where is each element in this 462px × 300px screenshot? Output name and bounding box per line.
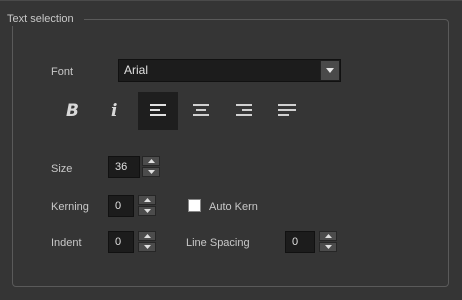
align-center-button[interactable] xyxy=(181,92,221,130)
align-right-button[interactable] xyxy=(224,92,264,130)
kerning-field[interactable]: 0 xyxy=(108,195,134,217)
indent-field[interactable]: 0 xyxy=(108,231,134,253)
indent-decrement-button[interactable] xyxy=(138,242,156,252)
kerning-increment-button[interactable] xyxy=(138,195,156,205)
italic-button[interactable]: i xyxy=(95,92,135,130)
font-label: Font xyxy=(51,66,74,78)
chevron-up-icon xyxy=(143,198,151,202)
chevron-up-icon xyxy=(147,159,155,163)
justify-button[interactable] xyxy=(267,92,307,130)
chevron-down-icon xyxy=(147,170,155,174)
size-label: Size xyxy=(51,163,73,175)
kerning-stepper: 0 xyxy=(108,195,161,217)
font-value: Arial xyxy=(124,63,149,77)
chevron-up-icon xyxy=(324,234,332,238)
indent-stepper: 0 xyxy=(108,231,161,253)
group-title: Text selection xyxy=(5,13,84,26)
auto-kern-label: Auto Kern xyxy=(209,201,258,213)
kerning-decrement-button[interactable] xyxy=(138,206,156,216)
size-decrement-button[interactable] xyxy=(142,167,160,177)
line-spacing-decrement-button[interactable] xyxy=(319,242,337,252)
line-spacing-label: Line Spacing xyxy=(186,237,250,249)
font-dropdown[interactable]: Arial xyxy=(118,59,341,82)
size-stepper: 36 xyxy=(108,156,161,178)
line-spacing-stepper: 0 xyxy=(285,231,341,253)
text-selection-panel: Text selection Font Arial B i Size 36 Ke… xyxy=(0,0,462,300)
indent-increment-button[interactable] xyxy=(138,231,156,241)
line-spacing-field[interactable]: 0 xyxy=(285,231,315,253)
bold-icon: B xyxy=(64,101,80,122)
size-field[interactable]: 36 xyxy=(108,156,140,178)
bold-button[interactable]: B xyxy=(52,92,92,130)
align-left-button[interactable] xyxy=(138,92,178,130)
kerning-label: Kerning xyxy=(51,201,89,213)
chevron-down-icon[interactable] xyxy=(320,61,339,80)
size-increment-button[interactable] xyxy=(142,156,160,166)
svg-text:B: B xyxy=(66,101,79,119)
justify-icon xyxy=(278,103,296,119)
chevron-down-icon xyxy=(143,209,151,213)
chevron-down-icon xyxy=(324,245,332,249)
svg-text:i: i xyxy=(111,101,117,119)
align-right-icon xyxy=(236,103,252,119)
align-center-icon xyxy=(193,103,209,119)
align-left-icon xyxy=(150,103,166,119)
italic-icon: i xyxy=(107,101,123,122)
chevron-up-icon xyxy=(143,234,151,238)
auto-kern-checkbox[interactable] xyxy=(188,199,201,212)
line-spacing-increment-button[interactable] xyxy=(319,231,337,241)
chevron-down-icon xyxy=(143,245,151,249)
indent-label: Indent xyxy=(51,237,82,249)
